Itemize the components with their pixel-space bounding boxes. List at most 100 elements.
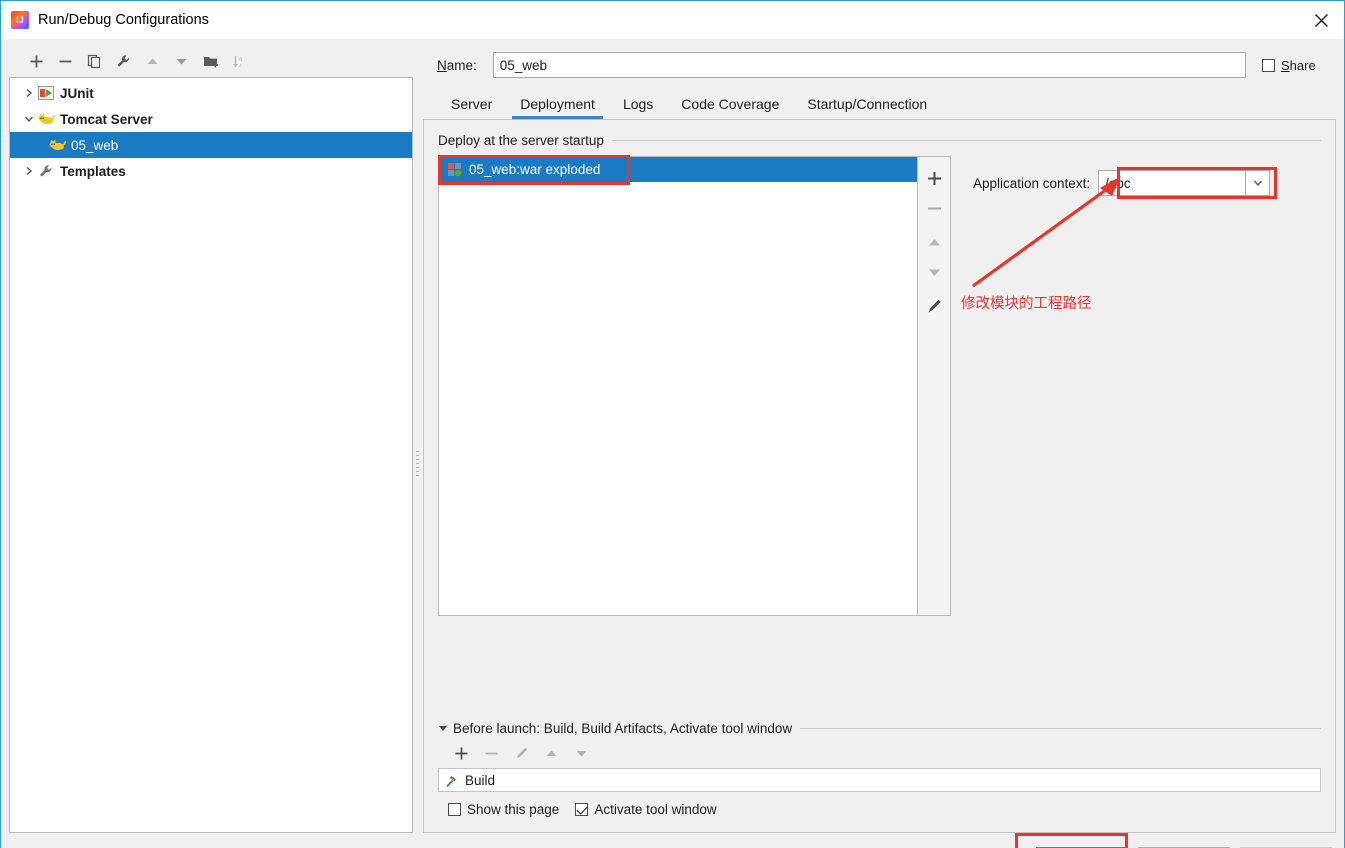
application-context-dropdown-button[interactable] xyxy=(1246,170,1271,196)
add-configuration-button[interactable] xyxy=(23,49,50,73)
minus-icon xyxy=(59,60,72,62)
sort-alphabetically-button[interactable]: a z xyxy=(226,49,253,73)
chevron-down-icon xyxy=(1253,180,1262,187)
hammer-icon xyxy=(444,773,459,788)
deployment-tab-panel: Deploy at the server startup 05_web:war … xyxy=(423,119,1336,833)
window-title: Run/Debug Configurations xyxy=(38,12,209,28)
panel-splitter[interactable] xyxy=(413,39,423,833)
move-task-up-button[interactable] xyxy=(538,741,564,765)
collapse-chevron-down-icon[interactable] xyxy=(20,111,37,128)
svg-text:a: a xyxy=(239,56,243,62)
deploy-list-toolbar xyxy=(918,156,951,616)
create-folder-button[interactable] xyxy=(197,49,224,73)
pencil-icon xyxy=(928,299,941,312)
tree-item-05-web[interactable]: 05_web xyxy=(10,132,412,158)
collapse-triangle-icon[interactable] xyxy=(438,723,448,733)
minus-icon xyxy=(927,207,941,209)
arrow-up-icon xyxy=(147,58,158,64)
title-bar: Run/Debug Configurations xyxy=(1,1,1344,39)
tab-startup-connection[interactable]: Startup/Connection xyxy=(793,96,941,119)
tree-item-junit[interactable]: JUnit xyxy=(10,80,412,106)
application-context-column: Application context: /abc 修改模块的工程路径 xyxy=(951,156,1321,616)
tree-item-label: Templates xyxy=(60,163,126,179)
before-launch-title-row: Before launch: Build, Build Artifacts, A… xyxy=(438,718,1321,738)
show-this-page-checkbox-box[interactable] xyxy=(448,802,461,816)
edit-artifact-button[interactable] xyxy=(919,291,949,321)
before-launch-task-list[interactable]: Build xyxy=(438,768,1321,792)
edit-templates-button[interactable] xyxy=(110,49,137,73)
move-down-button[interactable] xyxy=(168,49,195,73)
dialog-body: a z JUnit Tomcat Server 05_web Templates… xyxy=(1,39,1344,833)
deploy-row: 05_web:war exploded Application context:… xyxy=(438,155,1321,616)
deploy-artifacts-list[interactable]: 05_web:war exploded xyxy=(438,156,918,616)
remove-configuration-button[interactable] xyxy=(52,49,79,73)
plus-icon xyxy=(30,55,43,67)
before-launch-toolbar xyxy=(438,738,1321,768)
arrow-down-icon xyxy=(176,58,187,64)
copy-configuration-button[interactable] xyxy=(81,49,108,73)
copy-icon xyxy=(87,54,101,68)
section-divider xyxy=(611,139,1321,141)
remove-artifact-button[interactable] xyxy=(919,193,949,223)
close-icon xyxy=(1314,13,1328,27)
dialog-footer: ? OK Cancel Apply xyxy=(1,832,1344,848)
list-item[interactable]: 05_web:war exploded xyxy=(439,157,917,182)
move-artifact-up-button[interactable] xyxy=(919,227,949,257)
splitter-grip-icon xyxy=(416,451,419,477)
deploy-section-label: Deploy at the server startup xyxy=(438,132,604,148)
minus-icon xyxy=(485,752,497,754)
tomcat-icon xyxy=(37,111,55,127)
expand-chevron-right-icon[interactable] xyxy=(20,163,37,180)
plus-icon xyxy=(455,747,467,759)
activate-tool-window-checkbox-box[interactable] xyxy=(575,802,589,816)
list-item-label: 05_web:war exploded xyxy=(469,162,601,177)
activate-tool-window-checkbox[interactable]: Activate tool window xyxy=(575,802,717,817)
intellij-idea-logo-icon xyxy=(11,11,29,29)
tab-code-coverage[interactable]: Code Coverage xyxy=(667,96,793,119)
wrench-icon xyxy=(37,163,55,179)
add-task-button[interactable] xyxy=(448,741,474,765)
svg-text:z: z xyxy=(239,63,242,69)
close-button[interactable] xyxy=(1298,1,1344,39)
section-divider xyxy=(800,727,1321,729)
before-launch-checkboxes: Show this page Activate tool window xyxy=(438,792,1321,826)
plus-icon xyxy=(927,171,941,185)
share-checkbox[interactable]: Share xyxy=(1246,58,1336,73)
arrow-down-icon xyxy=(576,750,586,756)
add-artifact-button[interactable] xyxy=(919,163,949,193)
folder-add-icon xyxy=(203,56,218,67)
wrench-icon xyxy=(117,54,129,67)
before-launch-title: Before launch: Build, Build Artifacts, A… xyxy=(453,720,793,736)
editor-tabs: Server Deployment Logs Code Coverage Sta… xyxy=(423,85,1336,119)
configurations-panel: a z JUnit Tomcat Server 05_web Templates xyxy=(9,45,413,833)
move-task-down-button[interactable] xyxy=(568,741,594,765)
configuration-editor-panel: Name: Share Server Deployment Logs Code … xyxy=(423,39,1344,833)
tree-item-label: JUnit xyxy=(60,85,94,101)
application-context-input[interactable] xyxy=(1098,170,1247,196)
tab-deployment[interactable]: Deployment xyxy=(506,96,609,119)
deploy-section-title: Deploy at the server startup xyxy=(438,130,1321,150)
deploy-list-wrapper: 05_web:war exploded xyxy=(438,155,951,616)
name-input[interactable] xyxy=(492,52,1246,78)
share-checkbox-label: Share xyxy=(1281,57,1316,73)
show-this-page-checkbox[interactable]: Show this page xyxy=(448,802,559,817)
arrow-up-icon xyxy=(928,238,940,245)
tree-item-tomcat-server[interactable]: Tomcat Server xyxy=(10,106,412,132)
edit-task-button[interactable] xyxy=(508,741,534,765)
junit-icon xyxy=(37,85,55,101)
move-artifact-down-button[interactable] xyxy=(919,257,949,287)
remove-task-button[interactable] xyxy=(478,741,504,765)
tree-item-templates[interactable]: Templates xyxy=(10,158,412,184)
tab-logs[interactable]: Logs xyxy=(609,96,667,119)
expand-chevron-right-icon[interactable] xyxy=(20,85,37,102)
arrow-down-icon xyxy=(928,269,940,276)
share-checkbox-box[interactable] xyxy=(1262,58,1275,72)
tree-item-label: Tomcat Server xyxy=(60,111,153,127)
move-up-button[interactable] xyxy=(139,49,166,73)
name-label: Name: xyxy=(437,57,477,73)
tab-server[interactable]: Server xyxy=(437,96,506,119)
configurations-toolbar: a z xyxy=(9,45,413,77)
show-this-page-label: Show this page xyxy=(467,801,560,817)
tree-item-label: 05_web xyxy=(71,137,119,153)
configurations-tree[interactable]: JUnit Tomcat Server 05_web Templates xyxy=(9,77,413,833)
